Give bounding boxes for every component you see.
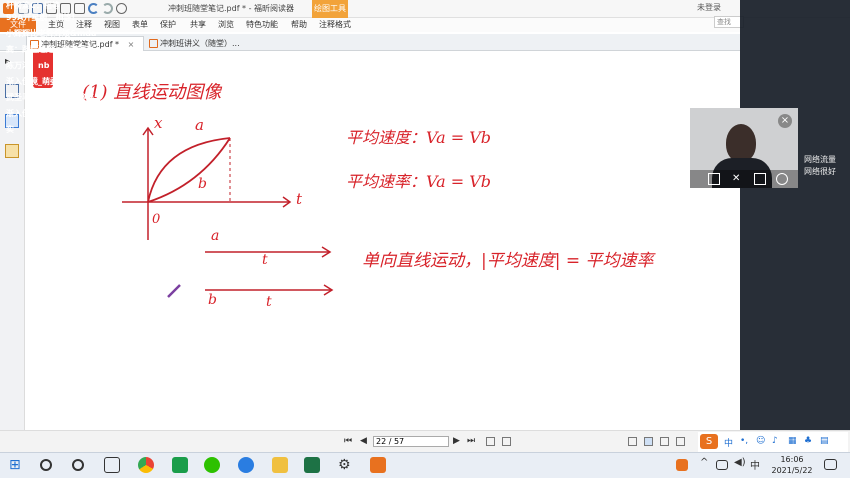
foxit-reader-icon[interactable] xyxy=(370,457,386,473)
picture-icon[interactable] xyxy=(754,173,766,185)
motion-b-label: b xyxy=(208,292,217,308)
origin-label: 0 xyxy=(152,212,161,227)
conclusion-statement: 单向直线运动，|平均速度| = 平均速率 xyxy=(362,251,654,271)
settings-gear-icon[interactable]: ⚙ xyxy=(338,457,354,473)
keyboard-icon[interactable]: ▦ xyxy=(788,436,797,446)
axis-x-label: x xyxy=(154,114,163,132)
rotate-icon[interactable] xyxy=(776,173,788,185)
close-camera-icon[interactable]: × xyxy=(778,114,792,128)
punctuation-icon[interactable]: •, xyxy=(740,436,748,446)
microphone-icon[interactable]: ♪ xyxy=(772,436,778,446)
emoji-icon[interactable]: ☺ xyxy=(756,436,765,446)
ime-toolbar: S 中 •, ☺ ♪ ▦ ♣ ▤ xyxy=(698,432,848,452)
excel-icon[interactable] xyxy=(304,457,320,473)
first-page-icon[interactable]: ⏮ xyxy=(344,436,352,446)
cortana-icon[interactable] xyxy=(72,459,84,471)
volume-icon[interactable]: ◀) xyxy=(734,457,750,473)
clock-date: 2021/5/22 xyxy=(771,466,813,475)
chat-message: 渐入佳境_萌委会_猛伟辉 xyxy=(6,77,94,86)
windows-start-icon[interactable]: ⊞ xyxy=(9,457,25,473)
tray-expand-icon[interactable]: ^ xyxy=(700,457,716,473)
copy-page-icon[interactable] xyxy=(486,437,495,446)
curve-a xyxy=(147,137,231,203)
expand-icon[interactable]: ✕ xyxy=(732,173,740,184)
average-speed-equation: 平均速率：Va = Vb xyxy=(346,172,492,191)
file-explorer-icon[interactable] xyxy=(272,457,288,473)
pen-cursor-icon xyxy=(167,284,181,298)
prev-page-icon[interactable]: ◀ xyxy=(360,436,367,446)
toolbox-icon[interactable]: ▤ xyxy=(820,436,829,446)
task-view-icon[interactable] xyxy=(104,457,120,473)
motion-a-label: a xyxy=(211,228,220,244)
ie-browser-icon[interactable] xyxy=(238,457,254,473)
network-traffic-label: 网络流量 xyxy=(804,155,836,164)
tray-sogou-icon[interactable] xyxy=(676,459,688,471)
chat-message: 小辉辉比老辉辉矮&mda xyxy=(6,29,97,38)
system-clock[interactable]: 16:06 2021/5/22 xyxy=(764,454,820,476)
motion-b-t-label: t xyxy=(266,294,272,310)
chat-message: 武圣马保国：这个位移等 xyxy=(6,93,94,102)
camera-controls: ✕ xyxy=(690,170,798,188)
chat-message: 实 xyxy=(6,125,14,134)
chat-message: 高：蹈程还是一样时间也 xyxy=(6,45,94,54)
chat-message: 杆榜滴C：相等 xyxy=(6,1,60,10)
clock-time: 16:06 xyxy=(780,455,804,464)
ime-language-toggle[interactable]: 中 xyxy=(724,436,733,449)
continuous-page-icon[interactable] xyxy=(644,437,653,446)
network-status-label: 网络很好 xyxy=(804,167,836,176)
average-velocity-equation: 平均速度：Va = Vb xyxy=(346,128,492,147)
chat-message: 陈万洋：nb xyxy=(6,61,50,70)
skin-icon[interactable]: ♣ xyxy=(804,436,812,446)
facing-page-icon[interactable] xyxy=(660,437,669,446)
handwriting-layer xyxy=(122,126,334,298)
single-page-icon[interactable] xyxy=(628,437,637,446)
cover-page-icon[interactable] xyxy=(676,437,685,446)
presenter-head xyxy=(726,124,756,162)
app-icon-green[interactable] xyxy=(172,457,188,473)
page-number-input[interactable]: 22 / 57 xyxy=(373,436,449,447)
last-page-icon[interactable]: ⏭ xyxy=(467,436,475,446)
network-info: 网络流量 网络很好 xyxy=(804,154,836,178)
curve-b-label: b xyxy=(198,176,207,192)
view-mode-icon[interactable] xyxy=(502,437,511,446)
live-chat-panel xyxy=(740,0,850,430)
chrome-icon[interactable] xyxy=(138,457,154,473)
motion-a-t-label: t xyxy=(262,252,268,268)
sogou-icon[interactable]: S xyxy=(700,434,718,449)
next-page-icon[interactable]: ▶ xyxy=(453,436,460,446)
wechat-icon[interactable] xyxy=(204,457,220,473)
chat-message: 99A开星舰：相等! xyxy=(6,13,75,22)
search-icon[interactable] xyxy=(40,459,52,471)
curve-a-label: a xyxy=(195,116,204,134)
camera-icon[interactable] xyxy=(708,173,720,185)
notification-icon[interactable] xyxy=(824,459,837,470)
axis-t-label: t xyxy=(296,190,303,208)
network-icon[interactable] xyxy=(716,460,728,470)
chat-message: 渐入佳境_萌委会_猛伟辉 xyxy=(6,109,94,118)
